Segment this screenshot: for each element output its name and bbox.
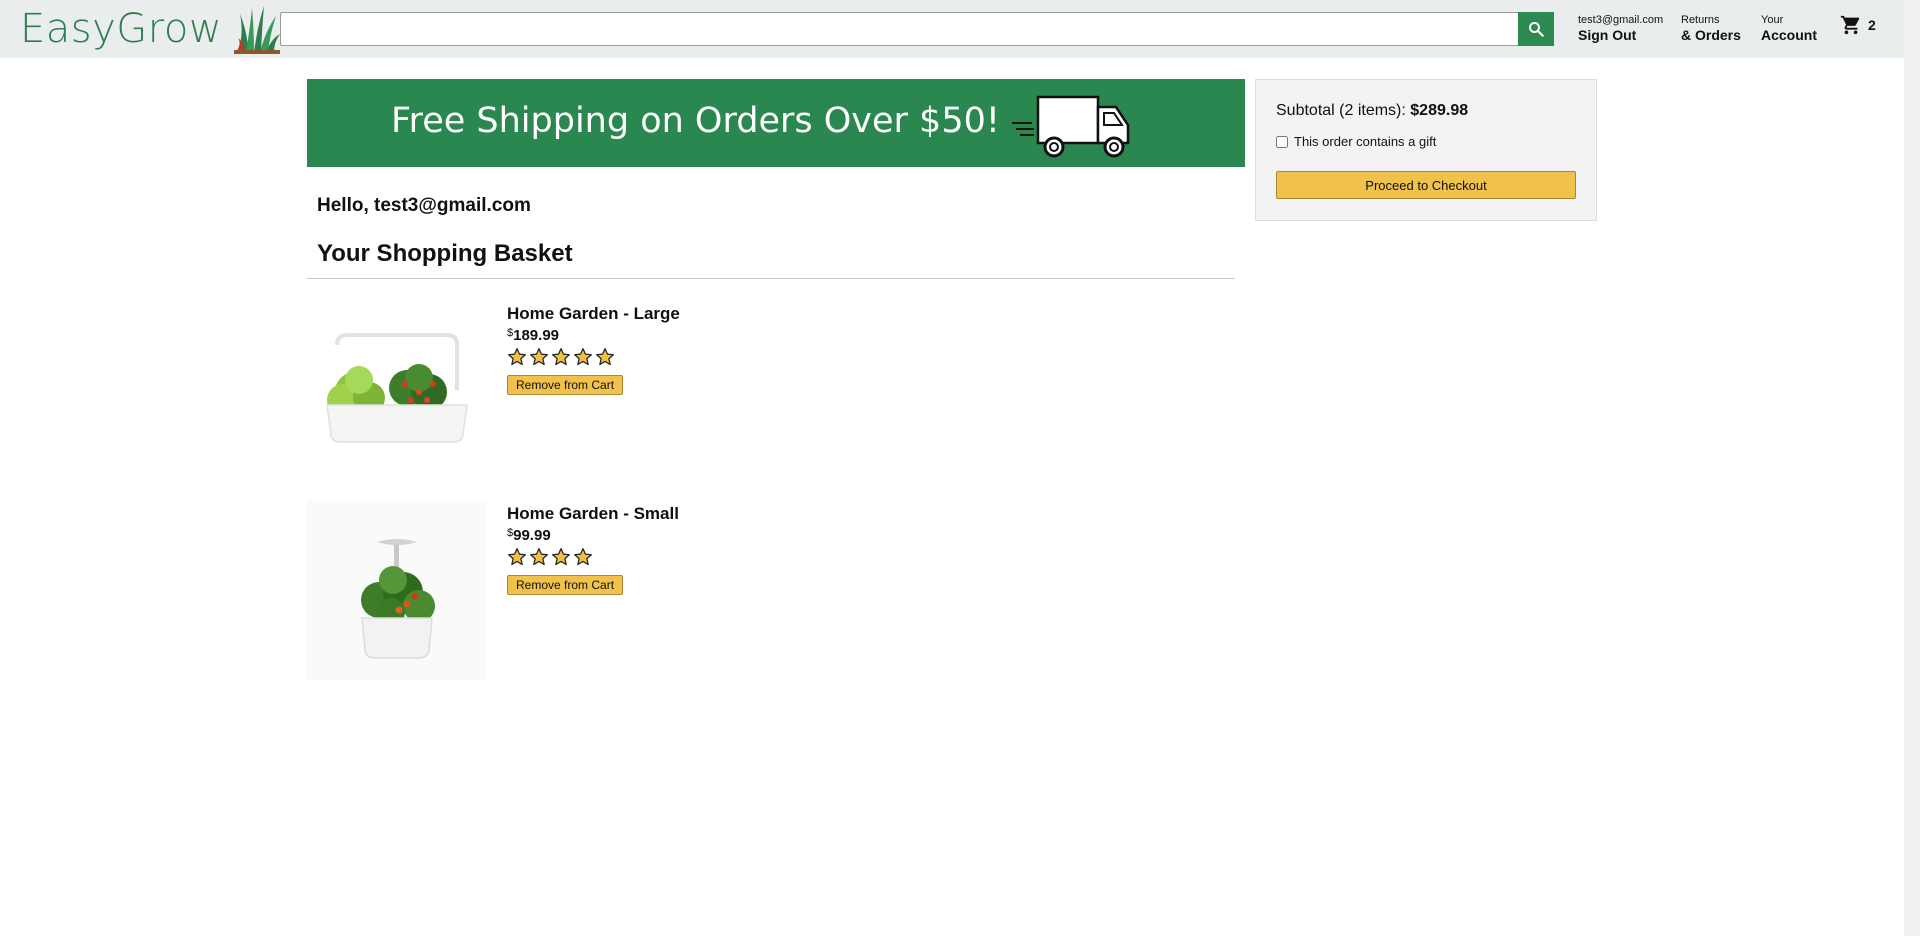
cart-link[interactable]: 2 [1840,14,1876,36]
star-icon [552,348,570,366]
header: EasyGrow test3@gmail.com Sign Out Return… [0,0,1904,58]
subtotal-label: Subtotal (2 items): [1276,102,1406,119]
star-icon [574,548,592,566]
subtotal-line: Subtotal (2 items): $289.98 [1276,102,1468,120]
item-info: Home Garden - Small $99.99 Remove from C… [507,500,679,595]
sign-out-link[interactable]: Sign Out [1578,27,1663,44]
item-price: $189.99 [507,327,680,344]
account-email: test3@gmail.com [1578,14,1664,26]
star-rating [507,347,680,369]
remove-from-cart-button[interactable]: Remove from Cart [507,575,624,595]
star-icon [530,548,548,566]
orders-label: & Orders [1681,27,1741,44]
item-price: $99.99 [507,527,679,544]
search-bar [280,12,1554,46]
brand-logo[interactable]: EasyGrow [20,4,281,54]
grass-logo-icon [234,6,281,54]
banner-text: Free Shipping on Orders Over $50! [391,101,1000,141]
brand-name: EasyGrow [20,6,223,52]
home-garden-large-image[interactable] [307,300,487,480]
star-icon [508,548,526,566]
scrollbar[interactable] [1904,0,1920,936]
gift-label: This order contains a gift [1294,134,1437,149]
star-icon [574,348,592,366]
item-name[interactable]: Home Garden - Small [507,504,679,524]
star-rating [507,547,679,569]
search-button[interactable] [1518,12,1554,46]
subtotal-panel: Subtotal (2 items): $289.98 This order c… [1255,79,1597,221]
star-icon [530,348,548,366]
account-signout[interactable]: test3@gmail.com Sign Out [1578,14,1663,44]
price-value: 189.99 [513,327,560,344]
divider [307,278,1235,279]
your-label: Your [1761,14,1784,26]
star-icon [552,548,570,566]
star-icon [596,348,614,366]
search-input[interactable] [280,12,1518,46]
cart-count: 2 [1868,17,1876,33]
gift-checkbox[interactable] [1276,135,1288,148]
remove-from-cart-button[interactable]: Remove from Cart [507,375,624,395]
your-account-link[interactable]: Your Account [1761,14,1817,44]
gift-option[interactable]: This order contains a gift [1276,134,1436,149]
item-name[interactable]: Home Garden - Large [507,304,680,324]
price-value: 99.99 [513,527,551,544]
account-label: Account [1761,27,1817,44]
delivery-truck-icon [1012,95,1130,158]
search-icon [1529,22,1544,37]
home-garden-small-image[interactable] [307,500,487,680]
subtotal-amount: $289.98 [1410,102,1469,119]
greeting: Hello, test3@gmail.com [317,195,531,216]
returns-label: Returns [1681,14,1720,26]
returns-orders-link[interactable]: Returns & Orders [1681,14,1741,44]
item-info: Home Garden - Large $189.99 Remove from … [507,300,680,395]
proceed-to-checkout-button[interactable]: Proceed to Checkout [1276,171,1576,199]
star-icon [508,348,526,366]
cart-icon [1840,15,1860,35]
page-title: Your Shopping Basket [317,240,573,267]
free-shipping-banner: Free Shipping on Orders Over $50! [307,79,1245,167]
